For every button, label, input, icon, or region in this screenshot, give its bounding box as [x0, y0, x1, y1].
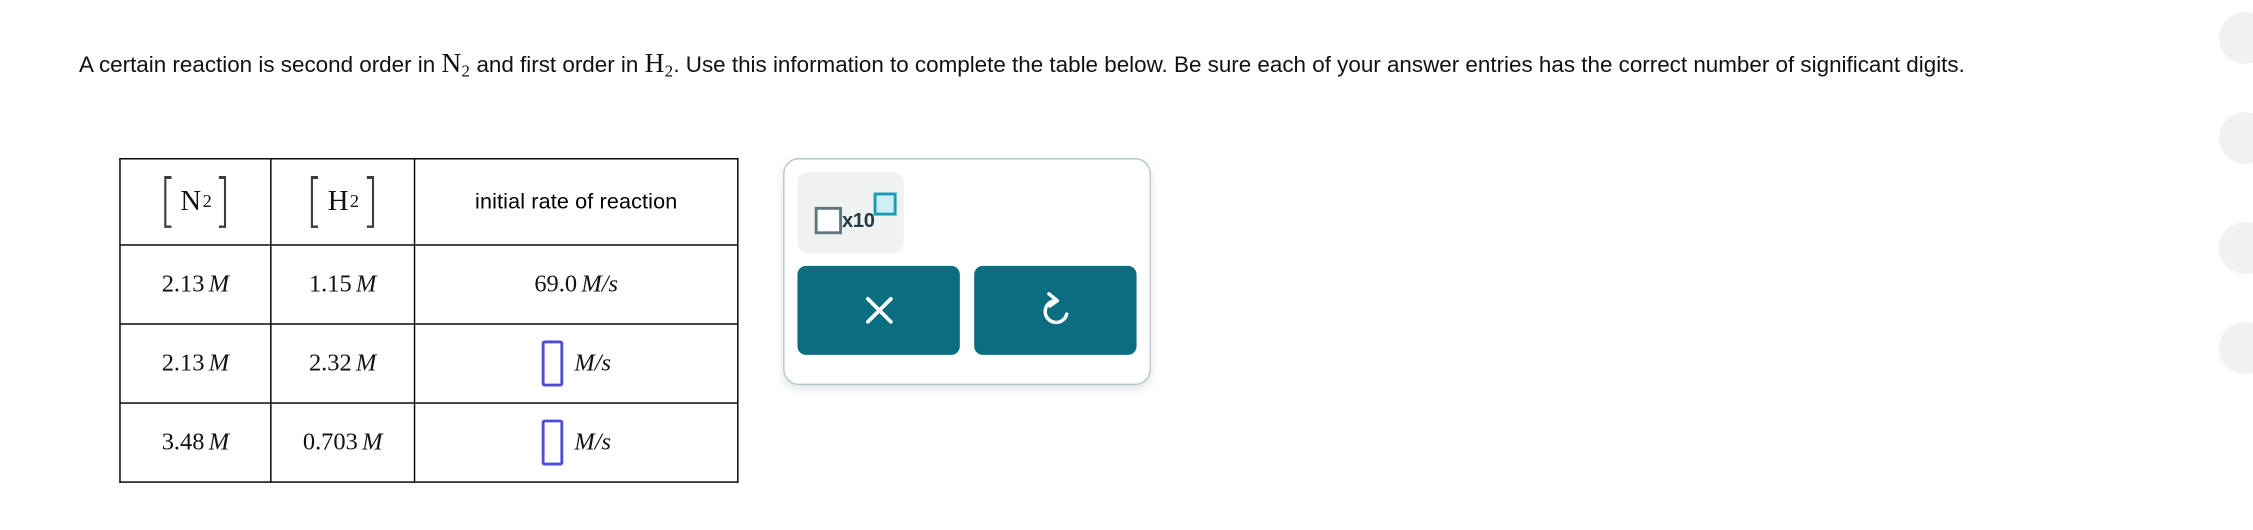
scientific-notation-label: x10: [841, 208, 875, 232]
table-row: 2.13 M 1.15 M 69.0 M/s: [119, 244, 739, 325]
species-h2-inline: H2: [644, 48, 674, 81]
h2-unit: M: [362, 428, 383, 456]
answer-tool-palette: x10: [783, 158, 1151, 386]
species-h2-symbol: H: [644, 48, 665, 79]
bracket-close-icon: ]: [214, 167, 232, 234]
reaction-rate-table: [N 2] [H 2] initial rate of reaction 2.13 M: [119, 158, 739, 483]
rate-answer-input[interactable]: [541, 419, 563, 466]
cell-rate-input[interactable]: M/s: [413, 323, 739, 404]
n2-unit: M: [208, 270, 230, 298]
column-header-initial-rate: initial rate of reaction: [413, 158, 739, 246]
scientific-notation-icon: x10: [814, 192, 897, 235]
table-body: 2.13 M 1.15 M 69.0 M/s 2.13 M 2.32 M M/s…: [119, 244, 739, 483]
h2-unit: M: [356, 349, 377, 377]
bracket-close-icon: ]: [361, 167, 379, 234]
species-h2-subscript: 2: [664, 61, 674, 81]
h2-value: 0.703: [302, 428, 358, 456]
cell-h2-value: 0.703 M: [270, 402, 416, 483]
n2-concentration-label: [N 2]: [159, 167, 232, 234]
rate-answer-group: M/s: [415, 340, 737, 387]
undo-button[interactable]: [974, 265, 1137, 355]
cell-h2-value: 2.32 M: [270, 323, 416, 404]
cell-rate-value: 69.0 M/s: [413, 244, 739, 325]
species-n2-inline: N2: [441, 48, 470, 79]
rate-value: 69.0: [534, 270, 578, 298]
table-row: 3.48 M 0.703 M M/s: [119, 402, 739, 483]
column-header-n2-concentration: [N 2]: [119, 158, 272, 246]
n2-value: 3.48: [161, 428, 205, 456]
close-icon: [865, 296, 893, 324]
cell-n2-value: 2.13 M: [119, 323, 272, 404]
column-header-h2-concentration: [H 2]: [270, 158, 416, 246]
n2-value: 2.13: [161, 270, 205, 298]
table-header-row: [N 2] [H 2] initial rate of reaction: [119, 158, 739, 246]
clear-button[interactable]: [797, 265, 960, 355]
rate-unit: M/s: [574, 349, 612, 377]
cell-n2-value: 3.48 M: [119, 402, 272, 483]
scientific-notation-button[interactable]: x10: [797, 172, 904, 253]
h2-unit: M: [356, 270, 377, 298]
table-row: 2.13 M 2.32 M M/s: [119, 323, 739, 404]
h2-value: 2.32: [308, 349, 352, 377]
cell-rate-input[interactable]: M/s: [413, 402, 739, 483]
prompt-text-part2: and first order in: [470, 52, 645, 78]
n2-value: 2.13: [161, 349, 205, 377]
rate-unit: M/s: [574, 428, 612, 456]
exponent-placeholder-box-icon: [873, 192, 897, 216]
palette-action-row: [797, 265, 1137, 355]
cell-n2-value: 2.13 M: [119, 244, 272, 325]
prompt-text-part3: . Use this information to complete the t…: [673, 52, 1965, 78]
rate-answer-group: M/s: [415, 419, 737, 466]
question-prompt: A certain reaction is second order in N2…: [79, 37, 2091, 93]
n2-symbol: N: [180, 184, 202, 217]
h2-value: 1.15: [308, 270, 352, 298]
rate-unit: M/s: [581, 270, 619, 298]
prompt-text-part1: A certain reaction is second order in: [79, 52, 442, 78]
cell-h2-value: 1.15 M: [270, 244, 416, 325]
h2-concentration-label: [H 2]: [306, 167, 379, 234]
n2-unit: M: [208, 428, 230, 456]
table-header: [N 2] [H 2] initial rate of reaction: [119, 158, 739, 246]
rate-answer-input[interactable]: [541, 340, 563, 387]
page-viewport: A certain reaction is second order in N2…: [0, 0, 2253, 530]
mantissa-placeholder-box-icon: [814, 206, 842, 235]
species-n2-symbol: N: [441, 48, 462, 79]
n2-unit: M: [208, 349, 230, 377]
undo-icon: [1042, 292, 1068, 325]
bracket-open-icon: [: [306, 167, 324, 234]
h2-symbol: H: [327, 184, 349, 217]
bracket-open-icon: [: [159, 167, 177, 234]
